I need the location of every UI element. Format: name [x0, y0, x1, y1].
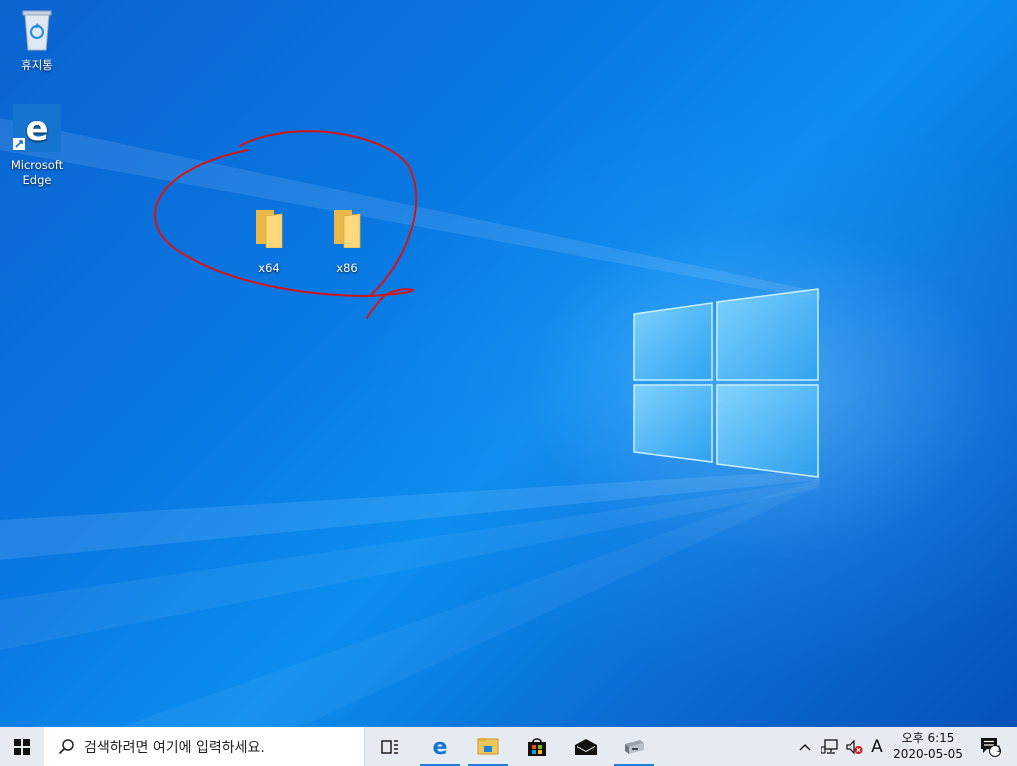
store-icon — [528, 737, 546, 756]
folder-label: x86 — [336, 261, 358, 275]
search-icon — [58, 738, 74, 754]
svg-text:e: e — [25, 109, 48, 149]
network-icon — [821, 738, 838, 754]
recycle-bin-icon — [22, 10, 52, 51]
taskbar-edge[interactable]: e — [420, 727, 460, 766]
clock-date: 2020-05-05 — [893, 747, 963, 761]
clock[interactable]: 오후 6:15 2020-05-05 — [890, 727, 966, 766]
speaker-muted-icon — [846, 739, 863, 754]
taskbar-network-app[interactable] — [614, 727, 654, 766]
clock-time: 오후 6:15 — [901, 731, 955, 745]
wallpaper — [0, 118, 820, 727]
search-placeholder: 검색하려면 여기에 입력하세요. — [84, 739, 265, 756]
edge-label-line2: Edge — [22, 173, 52, 187]
taskbar-store[interactable] — [517, 727, 557, 766]
recycle-bin-shortcut[interactable]: 휴지통 — [0, 8, 74, 73]
mail-icon — [575, 738, 597, 755]
task-view-button[interactable] — [370, 727, 410, 766]
taskbar-file-explorer[interactable] — [468, 727, 508, 766]
folder-x64[interactable]: x64 — [239, 208, 299, 275]
chevron-up-icon — [799, 743, 811, 750]
search-input[interactable]: 검색하려면 여기에 입력하세요. — [44, 727, 365, 766]
folder-icon — [334, 210, 361, 249]
recycle-bin-label: 휴지통 — [21, 58, 53, 72]
edge-shortcut[interactable]: e Microsoft Edge — [0, 104, 74, 188]
task-view-icon — [381, 739, 398, 754]
ime-indicator[interactable]: A — [866, 727, 888, 766]
edge-icon: e — [433, 735, 448, 757]
network-status-button[interactable] — [818, 727, 842, 766]
windows-logo-wallpaper — [633, 288, 819, 478]
folder-x86[interactable]: x86 — [317, 208, 377, 275]
taskbar-mail[interactable] — [566, 727, 606, 766]
desktop[interactable]: 휴지통 e Microsoft Edge x64 x86 — [0, 0, 1017, 727]
notification-count: 1 — [996, 745, 1002, 755]
edge-icon: e — [13, 104, 61, 152]
file-explorer-icon — [477, 737, 499, 754]
volume-button[interactable] — [843, 727, 865, 766]
folder-icon — [256, 210, 283, 249]
start-button[interactable] — [0, 727, 44, 766]
show-hidden-icons-button[interactable] — [794, 727, 816, 766]
action-center-button[interactable]: 1 — [972, 727, 1010, 766]
folder-label: x64 — [258, 261, 280, 275]
network-app-icon — [625, 739, 644, 754]
edge-label-line1: Microsoft — [10, 158, 64, 172]
taskbar: 검색하려면 여기에 입력하세요. e A 오후 6:15 2020-05-05 … — [0, 727, 1017, 766]
windows-start-icon — [14, 738, 30, 755]
svg-text:e: e — [433, 735, 448, 757]
